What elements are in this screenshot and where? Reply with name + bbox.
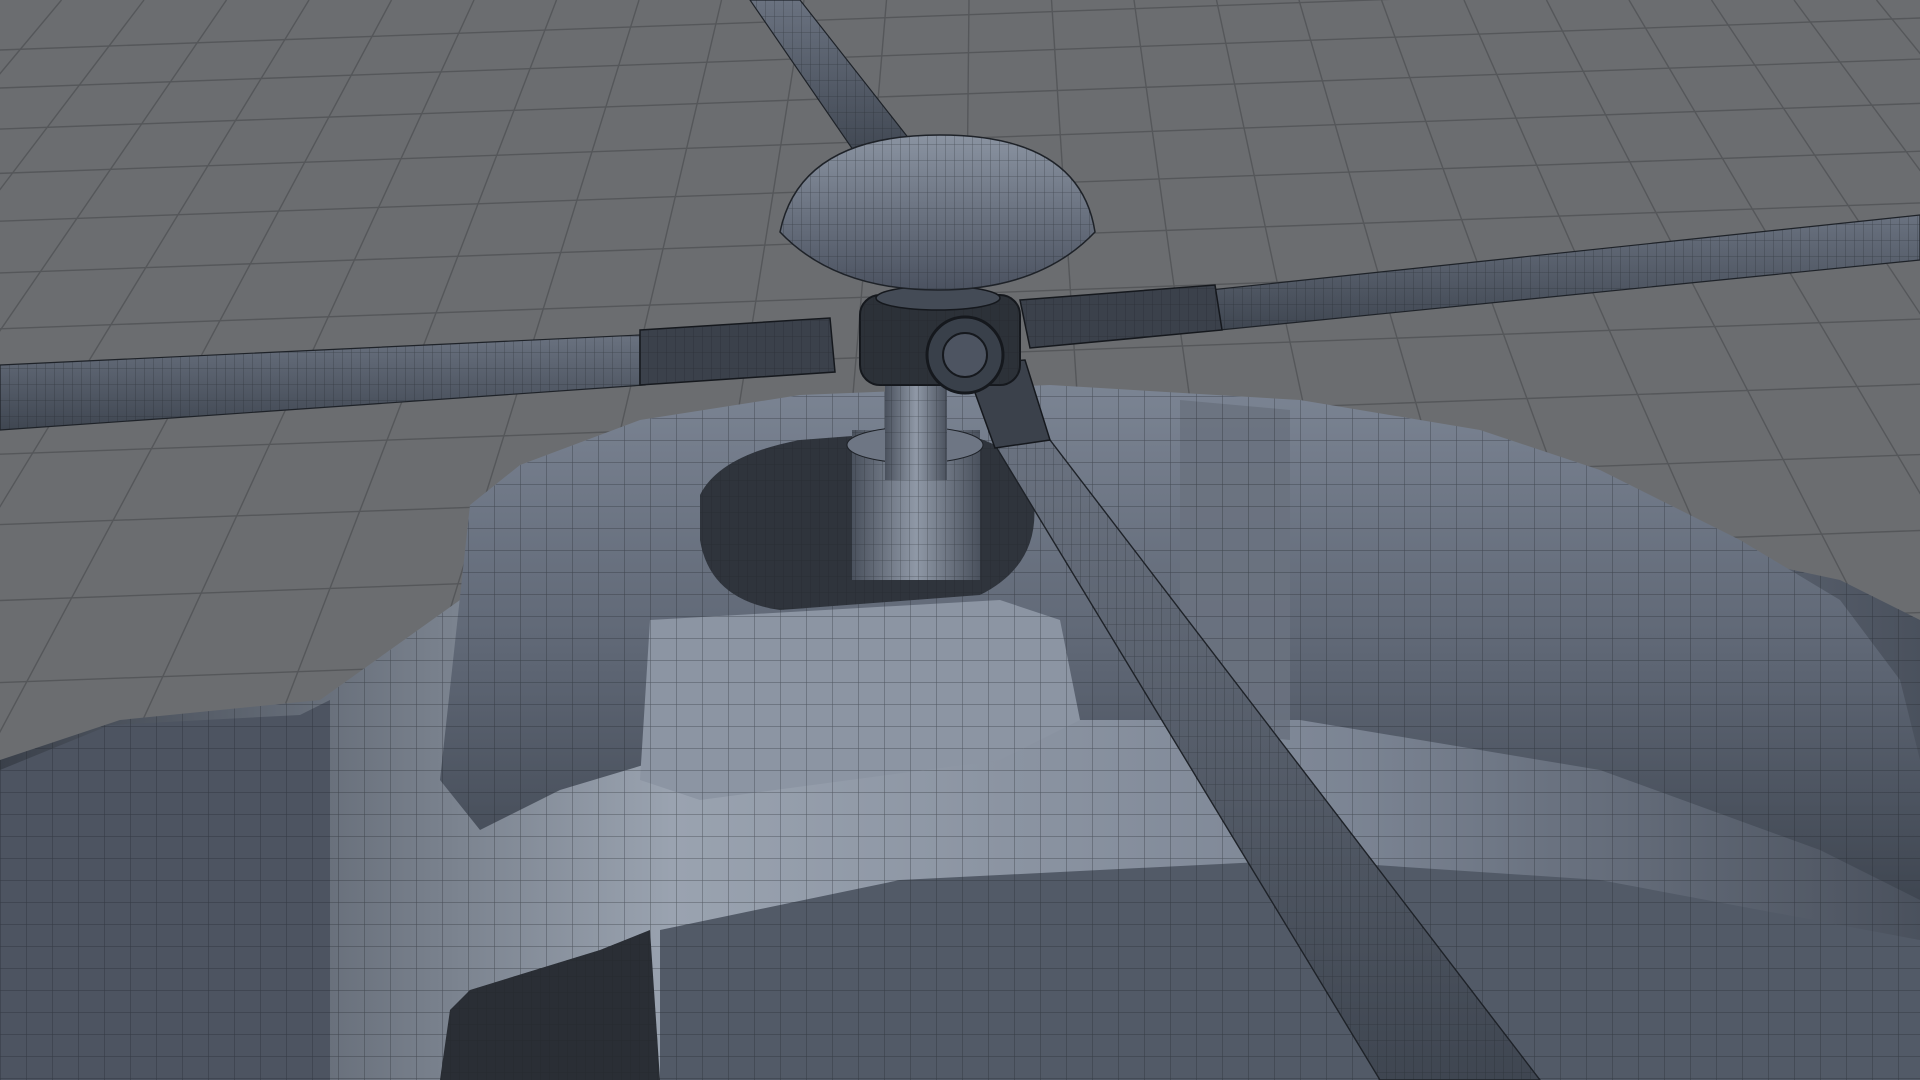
grid-line bbox=[0, 58, 1920, 130]
grid-line bbox=[0, 0, 1391, 51]
grid-line bbox=[0, 17, 1920, 89]
3d-viewport[interactable] bbox=[0, 0, 1920, 1080]
viewport-scene bbox=[0, 0, 1920, 1080]
